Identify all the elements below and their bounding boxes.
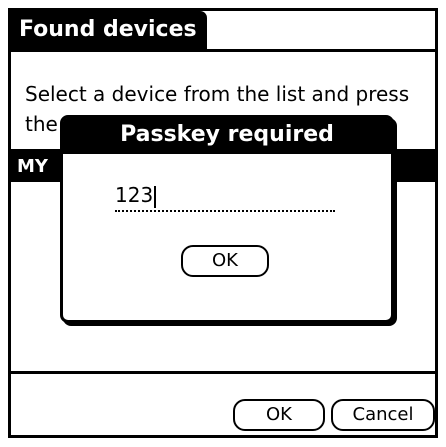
passkey-input[interactable]: 123 [115, 180, 335, 212]
passkey-value: 123 [115, 183, 154, 207]
ok-button[interactable]: OK [233, 399, 325, 431]
dialog-title: Passkey required [63, 118, 391, 154]
form-title: Found devices [11, 11, 207, 49]
cancel-button[interactable]: Cancel [331, 399, 435, 431]
dialog-ok-button[interactable]: OK [181, 245, 269, 277]
passkey-dialog: Passkey required 123 OK [60, 115, 394, 323]
title-divider [11, 49, 435, 52]
text-caret [154, 185, 157, 208]
title-bar: Found devices [11, 11, 435, 55]
